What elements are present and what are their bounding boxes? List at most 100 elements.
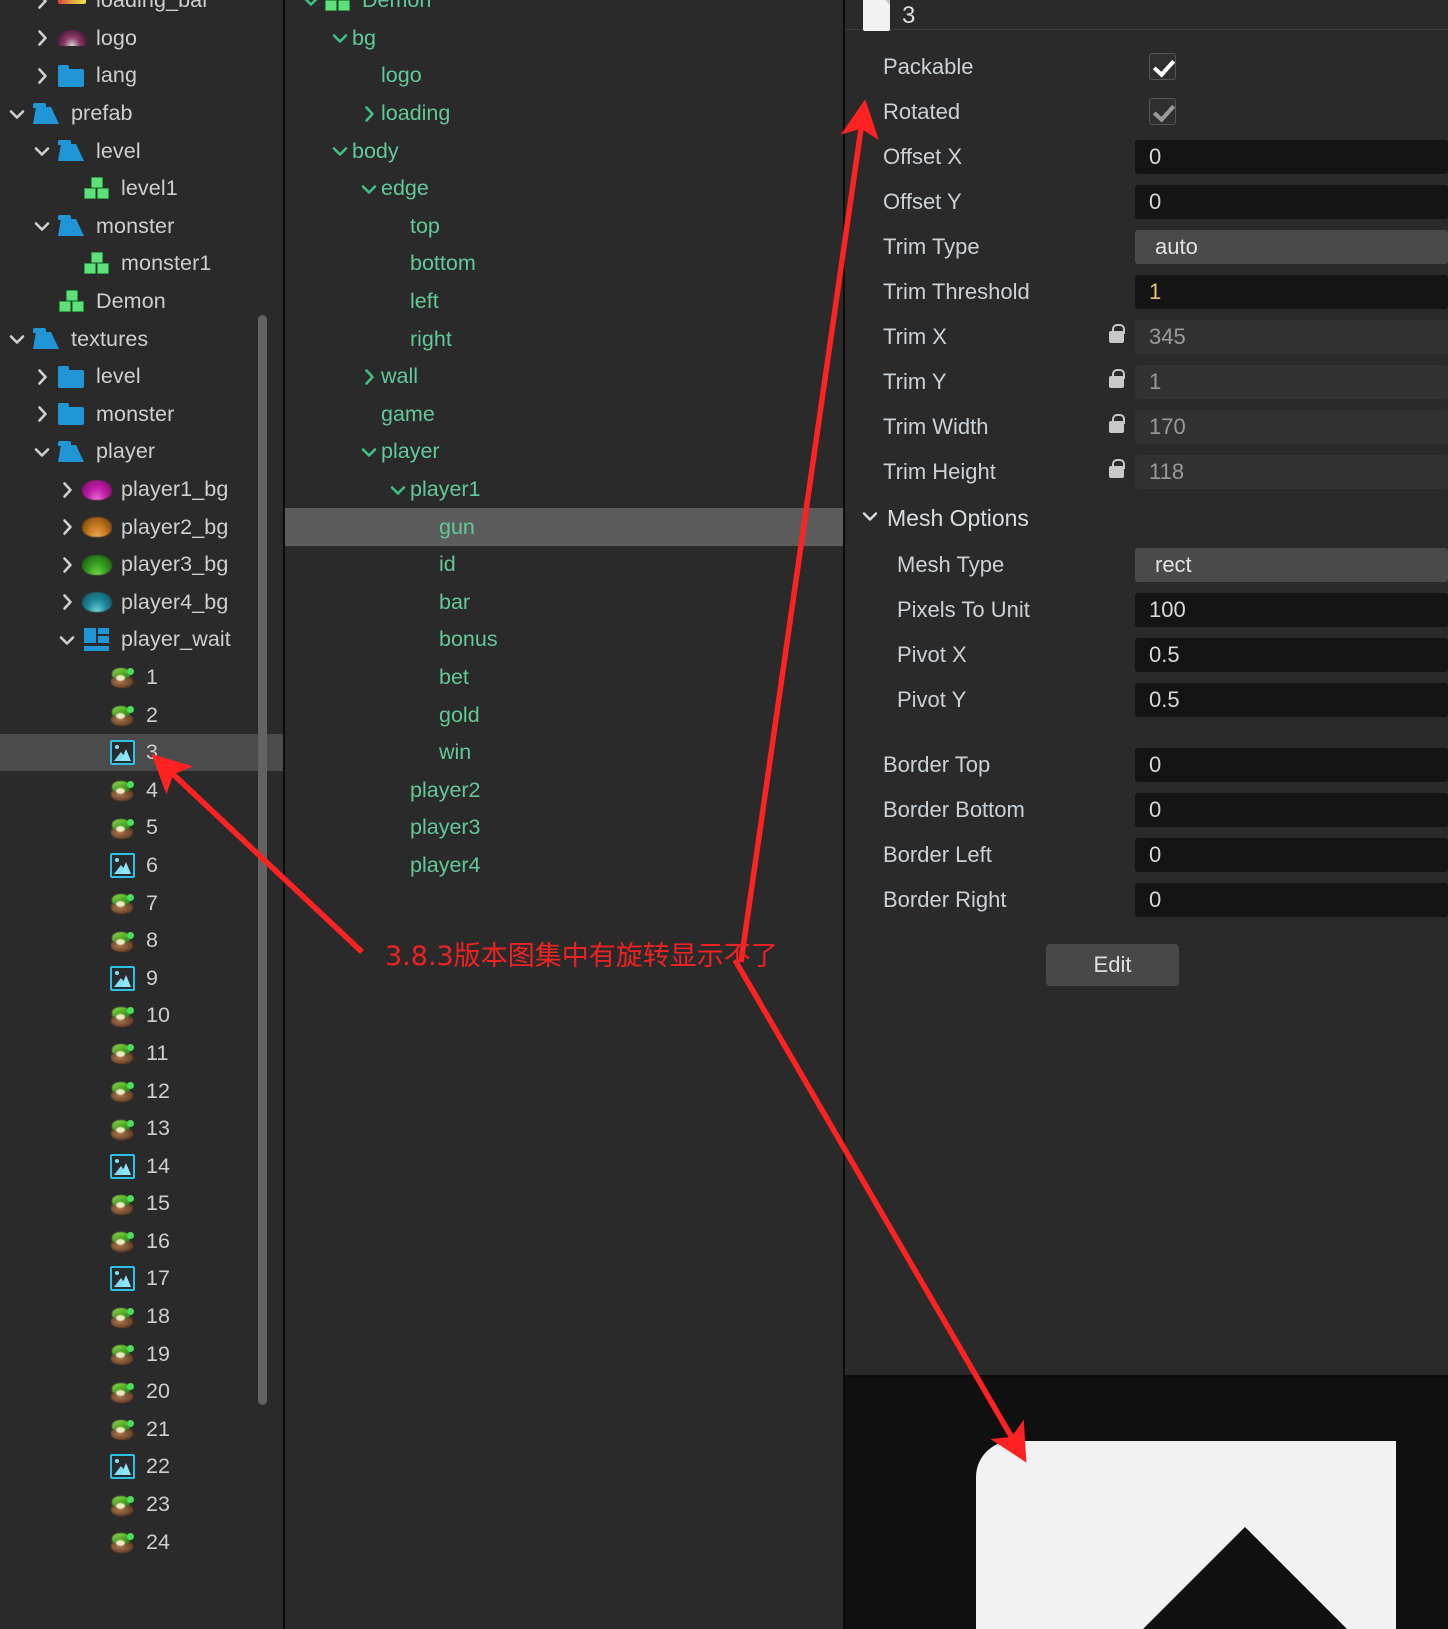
hierarchy-node[interactable]: wall [285, 358, 843, 396]
chevron-right-icon[interactable] [56, 591, 78, 613]
asset-tree-item[interactable]: 2 [0, 696, 283, 734]
asset-tree-item[interactable]: monster [0, 396, 283, 434]
asset-tree-item[interactable]: 4 [0, 771, 283, 809]
asset-tree-item[interactable]: player [0, 433, 283, 471]
chevron-right-icon[interactable] [31, 65, 53, 87]
number-field[interactable]: 0 [1135, 185, 1448, 219]
chevron-down-icon[interactable] [357, 178, 381, 200]
asset-tree-item[interactable]: 5 [0, 809, 283, 847]
chevron-down-icon[interactable] [31, 215, 53, 237]
hierarchy-node[interactable]: win [285, 734, 843, 772]
assets-scrollbar[interactable] [258, 315, 267, 1405]
checkbox[interactable] [1149, 98, 1176, 125]
number-field[interactable]: 1 [1135, 365, 1448, 399]
chevron-right-icon[interactable] [31, 366, 53, 388]
hierarchy-node[interactable]: gold [285, 696, 843, 734]
asset-tree-item[interactable]: monster [0, 208, 283, 246]
asset-tree-item[interactable]: logo [0, 20, 283, 58]
checkbox[interactable] [1149, 53, 1176, 80]
hierarchy-node[interactable]: bar [285, 584, 843, 622]
hierarchy-node[interactable]: game [285, 396, 843, 434]
hierarchy-node[interactable]: id [285, 546, 843, 584]
number-field[interactable]: 118 [1135, 455, 1448, 489]
number-field[interactable]: 0 [1135, 793, 1448, 827]
hierarchy-node[interactable]: bet [285, 659, 843, 697]
asset-tree-item[interactable]: 3 [0, 734, 283, 772]
number-field[interactable]: 0 [1135, 748, 1448, 782]
hierarchy-node[interactable]: player [285, 433, 843, 471]
hierarchy-node[interactable]: bonus [285, 621, 843, 659]
hierarchy-node[interactable]: Demon [285, 0, 843, 20]
chevron-down-icon[interactable] [328, 27, 352, 49]
chevron-right-icon[interactable] [357, 366, 381, 388]
chevron-right-icon[interactable] [31, 27, 53, 49]
asset-tree-item[interactable]: 8 [0, 922, 283, 960]
asset-tree-item[interactable]: 13 [0, 1110, 283, 1148]
asset-tree-item[interactable]: player1_bg [0, 471, 283, 509]
asset-tree-item[interactable]: textures [0, 320, 283, 358]
chevron-down-icon[interactable] [357, 441, 381, 463]
asset-tree-item[interactable]: 22 [0, 1448, 283, 1486]
asset-tree-item[interactable]: 17 [0, 1260, 283, 1298]
hierarchy-node[interactable]: player4 [285, 847, 843, 885]
hierarchy-node[interactable]: logo [285, 57, 843, 95]
number-field[interactable]: 0 [1135, 838, 1448, 872]
asset-tree-item[interactable]: Demon [0, 283, 283, 321]
asset-tree-item[interactable]: 23 [0, 1486, 283, 1524]
hierarchy-node[interactable]: top [285, 208, 843, 246]
asset-tree-item[interactable]: loading_bar [0, 0, 283, 20]
hierarchy-tree[interactable]: Demonbglogoloadingbodyedgetopbottomleftr… [285, 0, 843, 884]
chevron-down-icon[interactable] [6, 328, 28, 350]
asset-tree-item[interactable]: 15 [0, 1185, 283, 1223]
edit-button[interactable]: Edit [1046, 944, 1179, 986]
number-field[interactable]: 0 [1135, 140, 1448, 174]
asset-tree-item[interactable]: 9 [0, 959, 283, 997]
asset-tree-item[interactable]: 20 [0, 1373, 283, 1411]
mesh-options-section-header[interactable]: Mesh Options [845, 494, 1448, 542]
asset-tree-item[interactable]: player3_bg [0, 546, 283, 584]
chevron-right-icon[interactable] [56, 554, 78, 576]
chevron-down-icon[interactable] [31, 140, 53, 162]
chevron-down-icon[interactable] [328, 140, 352, 162]
asset-tree-item[interactable]: 21 [0, 1411, 283, 1449]
chevron-down-icon[interactable] [56, 629, 78, 651]
number-field[interactable]: 345 [1135, 320, 1448, 354]
chevron-down-icon[interactable] [31, 441, 53, 463]
asset-tree-item[interactable]: 12 [0, 1072, 283, 1110]
hierarchy-node[interactable]: bottom [285, 245, 843, 283]
asset-tree-item[interactable]: monster1 [0, 245, 283, 283]
asset-tree-item[interactable]: prefab [0, 95, 283, 133]
number-field[interactable]: 0.5 [1135, 638, 1448, 672]
asset-tree-item[interactable]: lang [0, 57, 283, 95]
asset-tree-item[interactable]: 16 [0, 1223, 283, 1261]
number-field[interactable]: 1 [1135, 275, 1448, 309]
asset-tree-item[interactable]: 11 [0, 1035, 283, 1073]
asset-tree-item[interactable]: 14 [0, 1147, 283, 1185]
hierarchy-node[interactable]: loading [285, 95, 843, 133]
hierarchy-node[interactable]: bg [285, 20, 843, 58]
number-field[interactable]: 170 [1135, 410, 1448, 444]
asset-tree-item[interactable]: level1 [0, 170, 283, 208]
asset-tree-item[interactable]: player2_bg [0, 508, 283, 546]
hierarchy-node[interactable]: left [285, 283, 843, 321]
chevron-right-icon[interactable] [31, 0, 53, 12]
asset-tree-item[interactable]: 10 [0, 997, 283, 1035]
hierarchy-node[interactable]: player1 [285, 471, 843, 509]
asset-tree-item[interactable]: level [0, 132, 283, 170]
chevron-down-icon[interactable] [299, 0, 323, 12]
asset-tree-item[interactable]: player4_bg [0, 584, 283, 622]
number-field[interactable]: 0 [1135, 883, 1448, 917]
chevron-down-icon[interactable] [386, 479, 410, 501]
select-field[interactable]: rect [1135, 548, 1448, 582]
asset-tree-item[interactable]: 18 [0, 1298, 283, 1336]
asset-tree-item[interactable]: 6 [0, 847, 283, 885]
number-field[interactable]: 100 [1135, 593, 1448, 627]
chevron-right-icon[interactable] [31, 403, 53, 425]
hierarchy-node[interactable]: gun [285, 508, 843, 546]
select-field[interactable]: auto [1135, 230, 1448, 264]
assets-tree[interactable]: loading_barlogolangprefablevellevel1mons… [0, 0, 283, 1561]
chevron-down-icon[interactable] [6, 103, 28, 125]
asset-tree-item[interactable]: 7 [0, 884, 283, 922]
chevron-right-icon[interactable] [56, 516, 78, 538]
hierarchy-node[interactable]: edge [285, 170, 843, 208]
